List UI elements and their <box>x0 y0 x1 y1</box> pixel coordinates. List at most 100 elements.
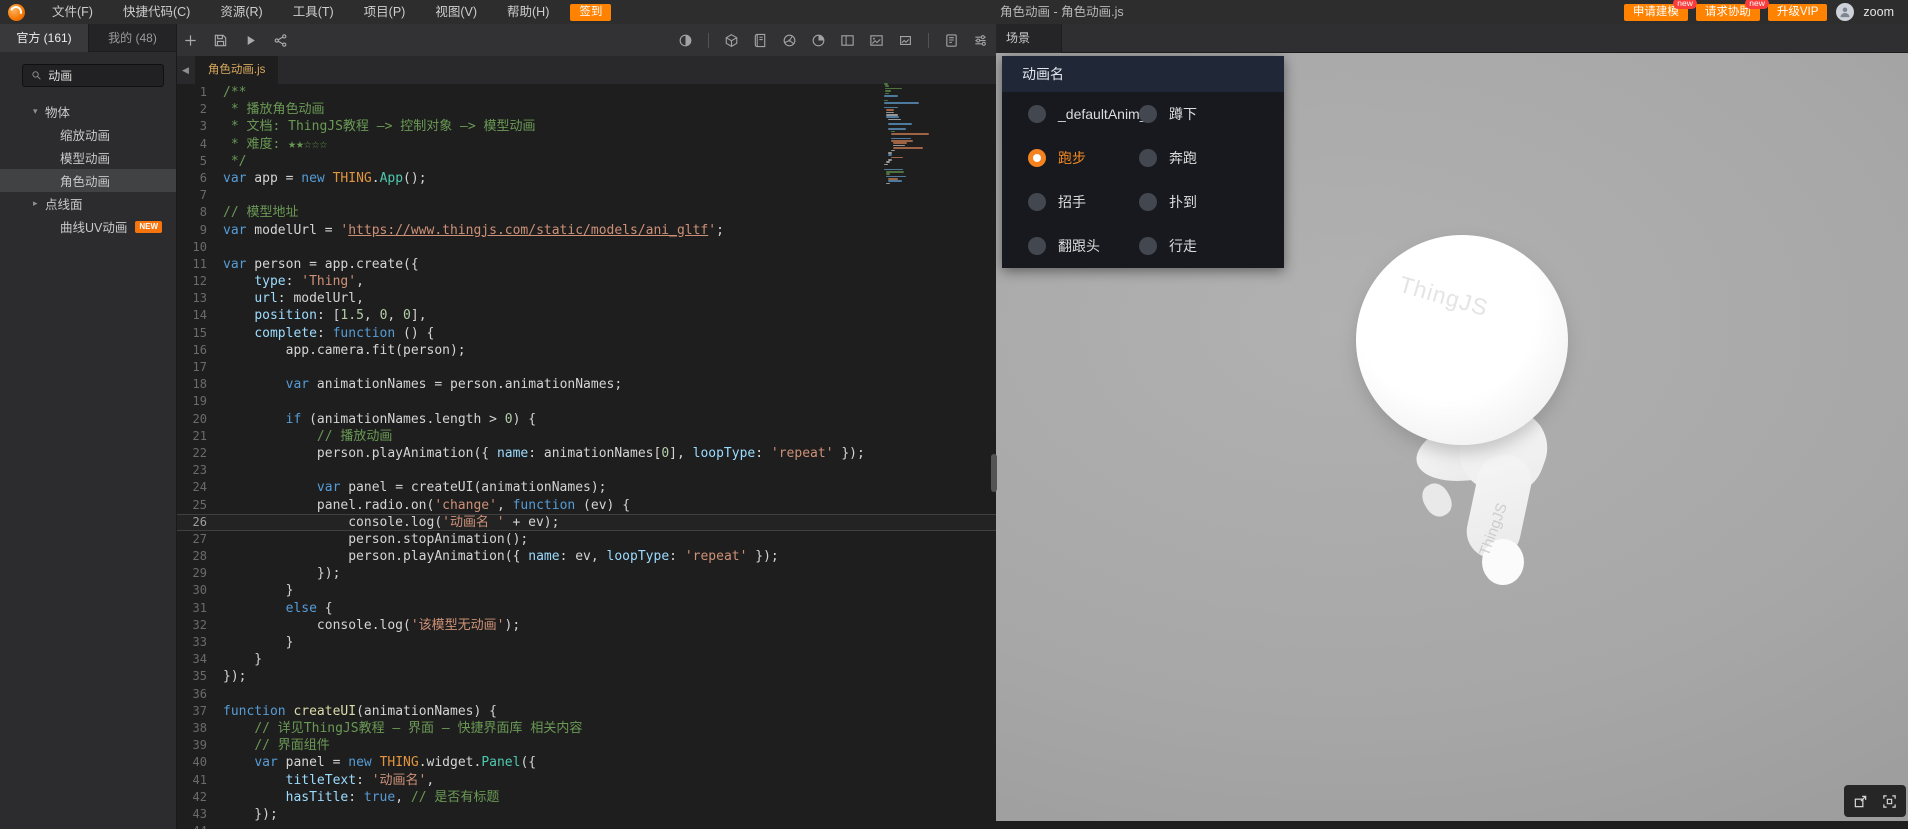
code-area[interactable]: 1/** 2 * 播放角色动画 3 * 文档: ThingJS教程 —> 控制对象 … <box>177 84 996 829</box>
tab-scene[interactable]: 场景 <box>996 24 1062 53</box>
menu-item-3[interactable]: 资源(R) <box>205 0 277 24</box>
animation-option[interactable]: 翻跟头 <box>1028 224 1139 268</box>
menu-item-7[interactable]: 帮助(H) <box>492 0 564 24</box>
action-button[interactable]: 申请建模 new <box>1623 0 1697 21</box>
code-line: 5 */ <box>177 153 996 170</box>
line-number: 44 <box>177 823 207 829</box>
checkin-button[interactable]: 签到 <box>570 3 612 21</box>
tree-item[interactable]: 角色动画 <box>0 169 176 192</box>
menu-item-1[interactable]: 文件(F) <box>37 0 108 24</box>
line-number: 25 <box>192 497 207 512</box>
animation-option[interactable]: 奔跑 <box>1139 136 1284 180</box>
tab-scroll-left-icon[interactable]: ◀ <box>177 65 195 76</box>
tree-item[interactable]: 曲线UV动画 NEW <box>0 215 176 238</box>
tree-item[interactable]: ▾ 物体 <box>0 100 176 123</box>
animation-option-label: 蹲下 <box>1169 106 1197 122</box>
image-icon[interactable] <box>897 32 914 49</box>
action-button[interactable]: 升级VIP <box>1767 3 1828 21</box>
toolbar-separator <box>708 32 709 48</box>
tree-item[interactable]: 缩放动画 <box>0 123 176 146</box>
radio-unselected-icon[interactable] <box>1139 193 1157 211</box>
line-number: 21 <box>192 428 207 443</box>
radio-unselected-icon[interactable] <box>1028 193 1046 211</box>
code-line: 18 var animationNames = person.animation… <box>177 376 996 393</box>
main-menu: 文件(F) 快捷代码(C) 资源(R) 工具(T) 项目(P) 视图(V) 帮助(H) <box>37 0 564 24</box>
radio-selected-icon[interactable] <box>1028 149 1046 167</box>
scene-panel: 场景 ThingJS ThingJS 动画名 _defaultAnim_ 蹲下 跑步… <box>996 24 1908 829</box>
radio-unselected-icon[interactable] <box>1139 237 1157 255</box>
fullscreen-icon[interactable] <box>1881 793 1898 810</box>
code-line: 6 var app = new THING.App(); <box>177 170 996 187</box>
animation-option[interactable]: 扑到 <box>1139 180 1284 224</box>
file-tab[interactable]: 角色动画.js <box>194 56 279 84</box>
animation-option-label: 行走 <box>1169 238 1197 254</box>
minimap[interactable] <box>884 83 934 188</box>
code-line: 13 url: modelUrl, <box>177 290 996 307</box>
code-line: 16 app.camera.fit(person); <box>177 342 996 359</box>
share-icon[interactable] <box>272 32 289 49</box>
tree-item-label: 模型动画 <box>60 152 111 166</box>
code-line: 35}); <box>177 668 996 685</box>
menu-item-4[interactable]: 工具(T) <box>278 0 349 24</box>
radio-unselected-icon[interactable] <box>1028 237 1046 255</box>
line-number: 29 <box>192 566 207 581</box>
code-line: 41 titleText: '动画名', <box>177 772 996 789</box>
action-button[interactable]: 请求协助 new <box>1695 0 1769 21</box>
save-icon[interactable] <box>212 32 229 49</box>
animation-option[interactable]: _defaultAnim_ <box>1028 92 1148 136</box>
line-number: 36 <box>192 686 207 701</box>
menu-item-5[interactable]: 项目(P) <box>349 0 421 24</box>
animation-option[interactable]: 蹲下 <box>1139 92 1284 136</box>
search-icon <box>32 71 41 80</box>
animation-option-label: 扑到 <box>1169 194 1197 210</box>
menu-bar: 文件(F) 快捷代码(C) 资源(R) 工具(T) 项目(P) 视图(V) 帮助(H) 签到… <box>0 0 1908 24</box>
line-number: 31 <box>192 600 207 615</box>
animation-option[interactable]: 跑步 <box>1028 136 1139 180</box>
code-line: 14 position: [1.5, 0, 0], <box>177 307 996 324</box>
username[interactable]: zoom <box>1863 5 1894 19</box>
line-number: 32 <box>192 617 207 632</box>
menu-item-6[interactable]: 视图(V) <box>420 0 492 24</box>
docs-icon[interactable] <box>752 32 769 49</box>
user-icon <box>1840 7 1850 18</box>
new-file-icon[interactable] <box>182 32 199 49</box>
panel-splitter-grip[interactable] <box>991 454 997 492</box>
line-number: 23 <box>192 463 207 478</box>
animation-option[interactable]: 行走 <box>1139 224 1284 268</box>
line-number: 5 <box>199 153 207 168</box>
thingjs-logo-icon[interactable] <box>8 3 25 21</box>
model-library-icon[interactable] <box>723 32 740 49</box>
code-line: 43 }); <box>177 806 996 823</box>
screenshot-icon[interactable] <box>868 32 885 49</box>
tree-item[interactable]: ▸ 点线面 <box>0 192 176 215</box>
new-badge: NEW <box>135 220 163 233</box>
run-icon[interactable] <box>242 32 259 49</box>
history-icon[interactable] <box>810 32 827 49</box>
line-number: 4 <box>199 136 207 151</box>
code-line: 27 person.stopAnimation(); <box>177 531 996 548</box>
sidebar-tab-2[interactable]: 我的 (48) <box>88 24 176 52</box>
radio-unselected-icon[interactable] <box>1139 149 1157 167</box>
menu-item-2[interactable]: 快捷代码(C) <box>108 0 205 24</box>
radio-unselected-icon[interactable] <box>1028 105 1046 123</box>
settings-icon[interactable] <box>972 32 989 49</box>
avatar[interactable] <box>1836 3 1855 21</box>
viewport-3d[interactable]: ThingJS ThingJS 动画名 _defaultAnim_ 蹲下 跑步 奔跑招… <box>996 53 1908 829</box>
popout-icon[interactable] <box>1852 793 1869 810</box>
line-number: 38 <box>192 720 207 735</box>
new-badge: new <box>1673 0 1697 9</box>
tree-item[interactable]: 模型动画 <box>0 146 176 169</box>
notes-icon[interactable] <box>943 32 960 49</box>
layout-icon[interactable] <box>839 32 856 49</box>
search-input[interactable] <box>48 68 155 83</box>
file-tab-label: 角色动画.js <box>207 64 266 76</box>
line-number: 35 <box>192 669 207 684</box>
line-number: 18 <box>192 377 207 392</box>
radio-unselected-icon[interactable] <box>1139 105 1157 123</box>
theme-toggle-icon[interactable] <box>677 32 694 49</box>
animation-option[interactable]: 招手 <box>1028 180 1139 224</box>
sidebar-tab-1[interactable]: 官方 (161) <box>0 24 88 52</box>
line-number: 3 <box>199 119 207 134</box>
demos-icon[interactable] <box>781 32 798 49</box>
code-line: 21 // 播放动画 <box>177 428 996 445</box>
